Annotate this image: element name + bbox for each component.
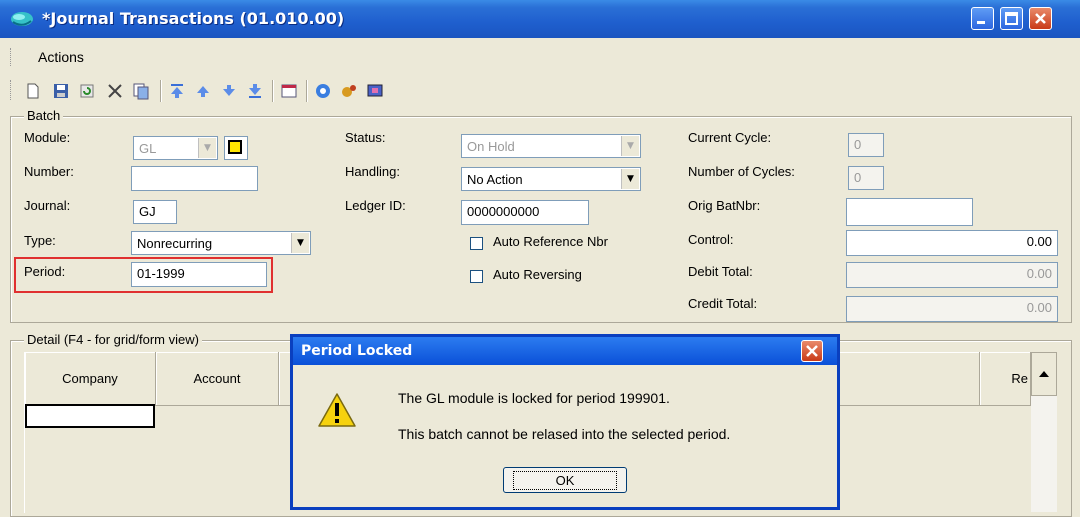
chevron-down-icon[interactable]: ▼ xyxy=(621,136,639,156)
module-dropdown[interactable]: GL ▼ xyxy=(133,136,218,160)
type-value: Nonrecurring xyxy=(137,236,213,251)
batch-group-label: Batch xyxy=(24,108,64,123)
debit-total-field[interactable]: 0.00 xyxy=(846,262,1058,288)
dialog-title-bar[interactable]: Period Locked xyxy=(293,337,837,365)
close-icon xyxy=(806,345,818,357)
journal-label: Journal: xyxy=(24,198,71,213)
number-label: Number: xyxy=(24,164,74,179)
window-title: *Journal Transactions (01.010.00) xyxy=(42,9,345,28)
type-label: Type: xyxy=(24,233,56,248)
column-header-label: Company xyxy=(62,371,118,386)
orig-batnbr-field[interactable] xyxy=(846,198,973,226)
next-icon[interactable] xyxy=(220,82,238,100)
toolbar xyxy=(10,74,710,106)
module-label: Module: xyxy=(24,130,71,145)
column-header-label: Account xyxy=(193,371,241,386)
close-icon xyxy=(1035,13,1046,24)
last-icon[interactable] xyxy=(246,82,264,100)
menu-grip xyxy=(10,48,14,66)
menu-actions[interactable]: Actions xyxy=(38,49,84,65)
ok-button-label: OK xyxy=(512,470,618,490)
toolbar-separator xyxy=(306,80,308,102)
period-field[interactable]: 01-1999 xyxy=(131,262,267,287)
ledger-id-label: Ledger ID: xyxy=(345,198,406,213)
auto-reversing-checkbox[interactable] xyxy=(470,270,483,283)
status-value: On Hold xyxy=(467,139,515,154)
chevron-down-icon[interactable]: ▼ xyxy=(291,233,309,253)
delete-icon[interactable] xyxy=(106,82,124,100)
auto-reference-checkbox[interactable] xyxy=(470,237,483,250)
auto-reference-label: Auto Reference Nbr xyxy=(493,234,608,249)
menu-bar: Actions xyxy=(10,44,1070,70)
number-field[interactable] xyxy=(131,166,258,191)
type-dropdown[interactable]: Nonrecurring ▼ xyxy=(131,231,311,255)
dialog-close-button[interactable] xyxy=(801,340,823,362)
previous-icon[interactable] xyxy=(194,82,212,100)
orig-batnbr-label: Orig BatNbr: xyxy=(688,198,761,213)
grid-cell-active[interactable] xyxy=(25,404,155,428)
help-icon[interactable] xyxy=(314,82,332,100)
dialog-message-batch: This batch cannot be relased into the se… xyxy=(398,426,731,442)
status-label: Status: xyxy=(345,130,386,145)
period-locked-dialog: Period Locked The GL module is locked fo… xyxy=(290,334,840,510)
status-dropdown[interactable]: On Hold ▼ xyxy=(461,134,641,158)
column-header-label: Re xyxy=(1011,371,1028,386)
number-of-cycles-label: Number of Cycles: xyxy=(688,164,795,179)
handling-value: No Action xyxy=(467,172,523,187)
toolbar-grip xyxy=(10,80,14,100)
column-header-account[interactable]: Account xyxy=(156,352,279,406)
handling-dropdown[interactable]: No Action ▼ xyxy=(461,167,641,191)
current-cycle-label: Current Cycle: xyxy=(688,130,772,145)
copy-icon[interactable] xyxy=(132,82,150,100)
dialog-message-locked: The GL module is locked for period 19990… xyxy=(398,390,670,406)
control-label: Control: xyxy=(688,232,734,247)
period-label: Period: xyxy=(24,264,66,279)
ledger-id-field[interactable]: 0000000000 xyxy=(461,200,589,225)
window-icon[interactable] xyxy=(280,82,298,100)
column-header-re[interactable]: Re xyxy=(980,352,1031,406)
note-icon xyxy=(228,140,242,154)
module-lookup-button[interactable] xyxy=(224,136,248,160)
journal-field[interactable]: GJ xyxy=(133,200,177,224)
current-cycle-field[interactable]: 0 xyxy=(848,133,884,157)
screen-icon[interactable] xyxy=(366,82,384,100)
maximize-icon xyxy=(1005,12,1018,25)
close-button[interactable] xyxy=(1029,7,1052,30)
module-value: GL xyxy=(139,141,157,156)
minimize-button[interactable] xyxy=(971,7,994,30)
save-icon[interactable] xyxy=(52,82,70,100)
warning-icon xyxy=(318,393,356,427)
chevron-down-icon[interactable]: ▼ xyxy=(621,169,639,189)
chevron-down-icon[interactable]: ▼ xyxy=(198,138,216,158)
number-of-cycles-field[interactable]: 0 xyxy=(848,166,884,190)
control-field[interactable]: 0.00 xyxy=(846,230,1058,256)
detail-group-label: Detail (F4 - for grid/form view) xyxy=(24,332,202,347)
credit-total-label: Credit Total: xyxy=(688,296,758,311)
debit-total-label: Debit Total: xyxy=(688,264,753,279)
title-bar[interactable]: *Journal Transactions (01.010.00) xyxy=(0,0,1080,38)
credit-total-field[interactable]: 0.00 xyxy=(846,296,1058,322)
first-icon[interactable] xyxy=(168,82,186,100)
column-header-company[interactable]: Company xyxy=(25,352,156,406)
toolbar-separator xyxy=(160,80,162,102)
app-icon xyxy=(11,12,33,26)
maximize-button[interactable] xyxy=(1000,7,1023,30)
chevron-up-icon xyxy=(1039,371,1049,377)
refresh-icon[interactable] xyxy=(78,82,96,100)
dialog-title: Period Locked xyxy=(301,343,413,359)
tools-icon[interactable] xyxy=(340,82,358,100)
auto-reversing-label: Auto Reversing xyxy=(493,267,582,282)
ok-button[interactable]: OK xyxy=(503,467,627,493)
scroll-up-button[interactable] xyxy=(1031,352,1057,396)
toolbar-separator xyxy=(272,80,274,102)
new-icon[interactable] xyxy=(24,82,42,100)
minimize-icon xyxy=(977,21,985,24)
handling-label: Handling: xyxy=(345,164,400,179)
